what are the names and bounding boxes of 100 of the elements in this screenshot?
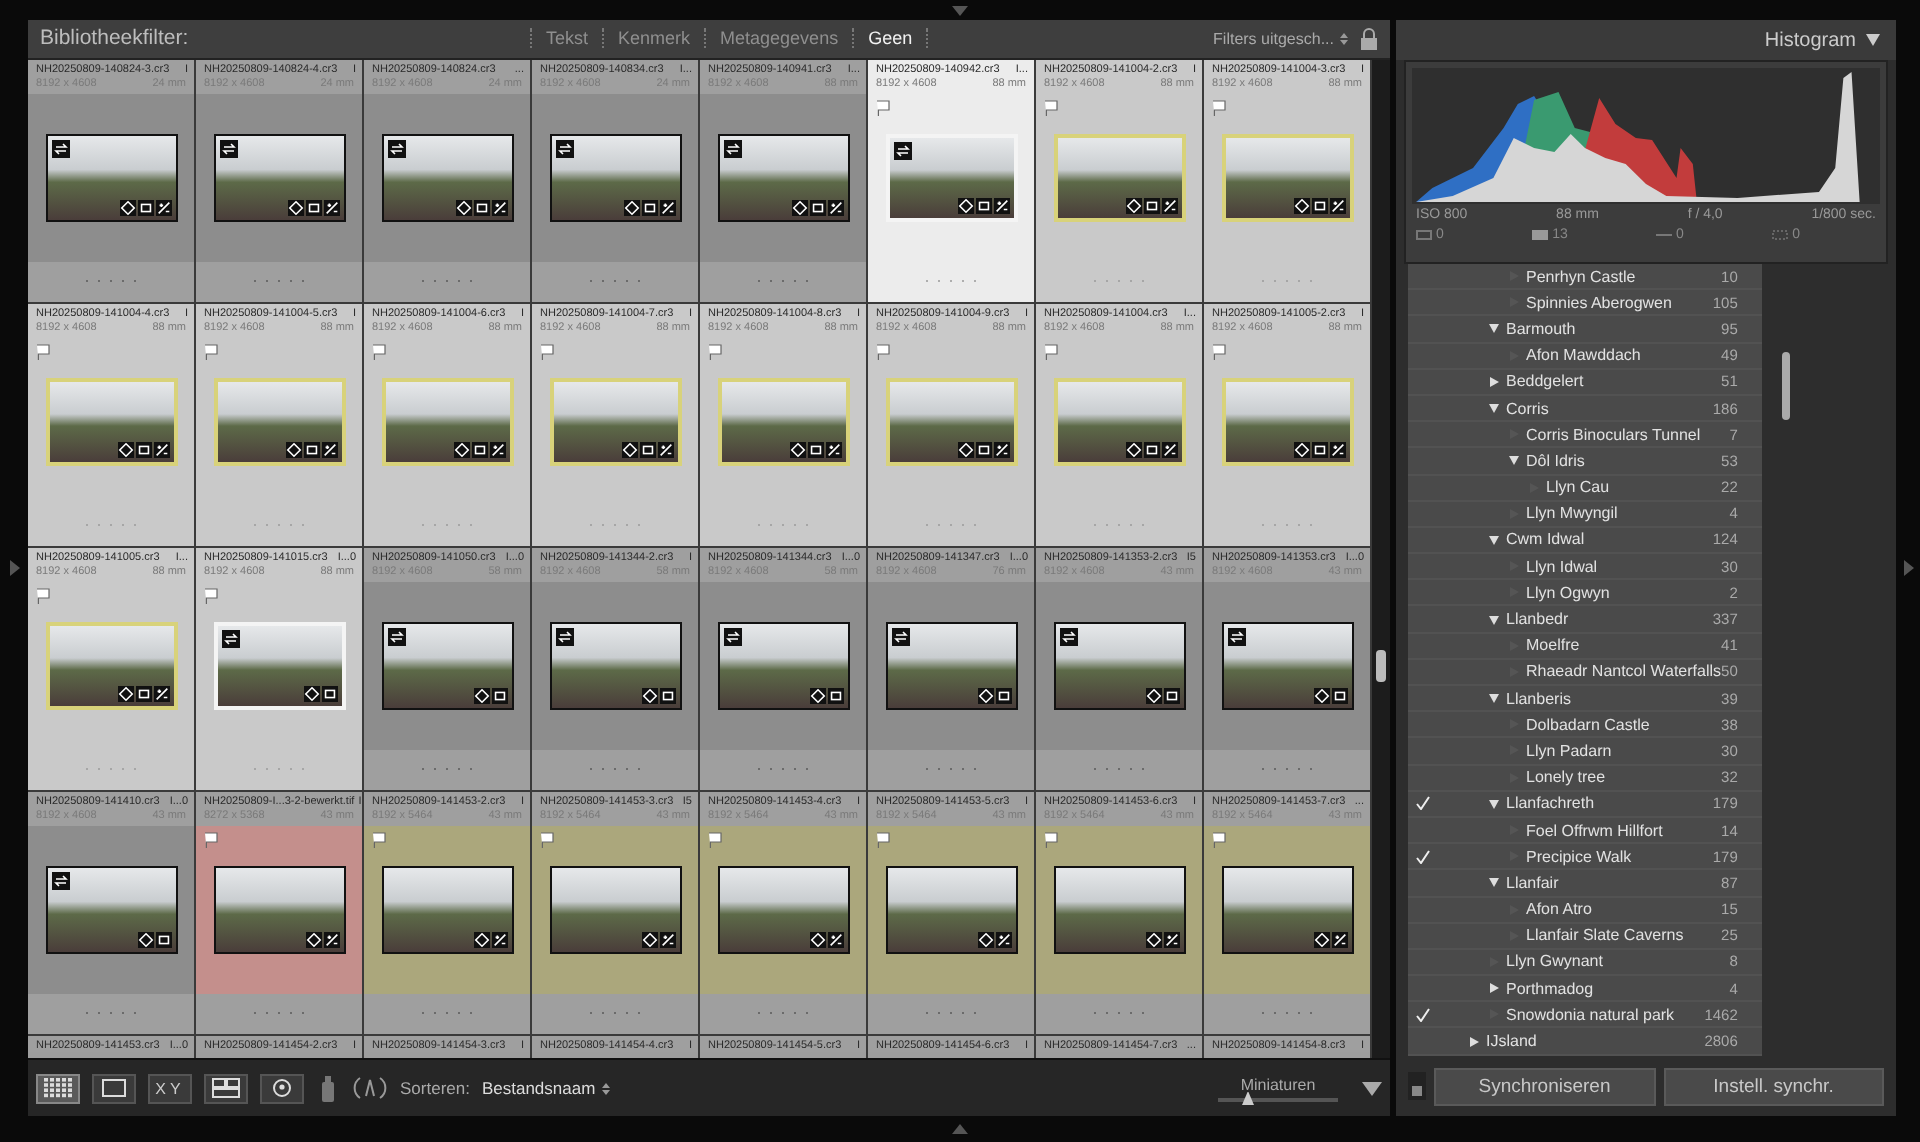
expanded-triangle-icon[interactable] (1488, 533, 1500, 546)
keyword-name: Cwm Idwal (1506, 530, 1587, 549)
sort-dropdown[interactable]: Bestandsnaam (481, 1078, 610, 1099)
photo-placeholder[interactable] (717, 621, 849, 710)
collapsed-triangle-icon[interactable] (1488, 982, 1500, 995)
flag-icon[interactable] (708, 343, 722, 360)
slider-thumb[interactable] (1242, 1091, 1254, 1106)
keyword-name: Penrhyn Castle (1526, 267, 1638, 286)
triangle-icon[interactable] (9, 560, 19, 576)
scrollbar-thumb[interactable] (1376, 649, 1386, 682)
keyword-name: Lonely tree (1526, 768, 1608, 787)
expanded-triangle-icon[interactable] (1508, 454, 1520, 467)
expanded-triangle-icon[interactable] (1488, 613, 1500, 626)
up-down-arrows-icon[interactable] (1340, 31, 1348, 46)
flag-icon[interactable] (1044, 99, 1058, 116)
flag-icon[interactable] (372, 831, 386, 848)
expanded-triangle-icon[interactable] (1488, 876, 1500, 889)
filter-preset-dropdown[interactable]: Filters uitgesch... (1213, 29, 1348, 48)
sort-label: Sorteren: (400, 1078, 470, 1099)
sync-button[interactable]: Synchroniseren (1434, 1067, 1655, 1105)
keyword-name: Dolbadarn Castle (1526, 715, 1652, 734)
expanded-triangle-icon[interactable] (1488, 692, 1500, 705)
filter-tab[interactable]: Geen (852, 28, 929, 49)
flag-icon[interactable] (1044, 343, 1058, 360)
sort-order-icon[interactable] (352, 1074, 388, 1103)
photo-placeholder[interactable] (549, 865, 681, 954)
photo-placeholder[interactable] (885, 865, 1017, 954)
photo-placeholder[interactable] (45, 865, 177, 954)
grid-icon[interactable] (44, 1078, 72, 1099)
loupe-icon[interactable] (100, 1078, 128, 1099)
expanded-triangle-icon[interactable] (1488, 402, 1500, 415)
survey-icon[interactable] (212, 1078, 240, 1099)
panel-title: Histogram (1764, 29, 1856, 51)
sync-button[interactable]: Instell. synchr. (1663, 1067, 1884, 1105)
photo-placeholder[interactable] (381, 621, 513, 710)
flag-icon[interactable] (708, 831, 722, 848)
triangle-icon[interactable] (1903, 560, 1913, 576)
keyword-name: Llanbedr (1506, 610, 1571, 629)
expanded-triangle-icon[interactable] (1488, 322, 1500, 335)
lock-icon[interactable] (1360, 27, 1378, 50)
clipping-indicator-icon (1532, 230, 1549, 240)
compare-view-button[interactable]: XY (148, 1073, 192, 1104)
flag-icon[interactable] (1044, 831, 1058, 848)
flag-icon[interactable] (204, 831, 218, 848)
thumbnail-size-slider[interactable] (1218, 1097, 1338, 1102)
spray-can-icon[interactable] (316, 1074, 340, 1103)
collapsed-triangle-icon[interactable] (1488, 375, 1500, 388)
flag-icon[interactable] (36, 343, 50, 360)
grid-view-button[interactable] (36, 1073, 80, 1104)
photo-placeholder[interactable] (549, 621, 681, 710)
photo-placeholder[interactable] (213, 133, 345, 222)
photo-placeholder[interactable] (1053, 865, 1185, 954)
collapsed-triangle-icon[interactable] (1468, 1035, 1480, 1048)
up-down-arrows-icon[interactable] (601, 1081, 610, 1096)
check-icon[interactable] (1416, 849, 1430, 864)
survey-view-button[interactable] (204, 1073, 248, 1104)
keyword-name: Llanfair (1506, 873, 1561, 892)
flag-icon[interactable] (1212, 343, 1226, 360)
triangle-icon[interactable] (952, 1124, 968, 1134)
collapse-triangle-icon[interactable] (1866, 34, 1880, 46)
flag-icon[interactable] (1212, 99, 1226, 116)
flag-icon[interactable] (204, 587, 218, 604)
flag-icon[interactable] (1212, 831, 1226, 848)
keyword-name: Barmouth (1506, 319, 1578, 338)
keyword-name: Porthmadog (1506, 979, 1596, 998)
flag-icon[interactable] (876, 343, 890, 360)
flag-icon[interactable] (204, 343, 218, 360)
flag-icon[interactable] (372, 343, 386, 360)
photo-placeholder[interactable] (549, 133, 681, 222)
keyword-name: Snowdonia natural park (1506, 1005, 1677, 1024)
filter-label: Bibliotheekfilter: (40, 26, 191, 51)
clipping-indicator-icon (1772, 230, 1789, 240)
photo-placeholder[interactable] (1053, 621, 1185, 710)
people-view-button[interactable] (260, 1073, 304, 1104)
photo-placeholder[interactable] (1221, 621, 1353, 710)
triangle-icon[interactable] (952, 5, 968, 15)
expanded-triangle-icon[interactable] (1488, 797, 1500, 810)
flag-icon[interactable] (36, 587, 50, 604)
photo-placeholder[interactable] (381, 865, 513, 954)
people-icon[interactable] (268, 1078, 296, 1099)
flag-icon[interactable] (540, 831, 554, 848)
keyword-name: Afon Atro (1526, 900, 1594, 919)
check-icon[interactable] (1416, 796, 1430, 811)
loupe-view-button[interactable] (92, 1073, 136, 1104)
switch-icon[interactable] (1408, 1072, 1426, 1100)
photo-placeholder[interactable] (45, 133, 177, 222)
keyword-name: Afon Mawddach (1526, 346, 1643, 365)
photo-placeholder[interactable] (213, 865, 345, 954)
photo-placeholder[interactable] (1221, 865, 1353, 954)
flag-icon[interactable] (876, 831, 890, 848)
caret-icon[interactable] (1362, 1081, 1382, 1096)
check-icon[interactable] (1416, 1007, 1430, 1022)
photo-placeholder[interactable] (717, 133, 849, 222)
photo-placeholder[interactable] (717, 865, 849, 954)
photo-placeholder[interactable] (381, 133, 513, 222)
photo-placeholder[interactable] (885, 621, 1017, 710)
keyword-name: Llyn Idwal (1526, 557, 1600, 576)
flag-icon[interactable] (876, 99, 890, 116)
flag-icon[interactable] (540, 343, 554, 360)
scrollbar-thumb[interactable] (1781, 352, 1790, 420)
